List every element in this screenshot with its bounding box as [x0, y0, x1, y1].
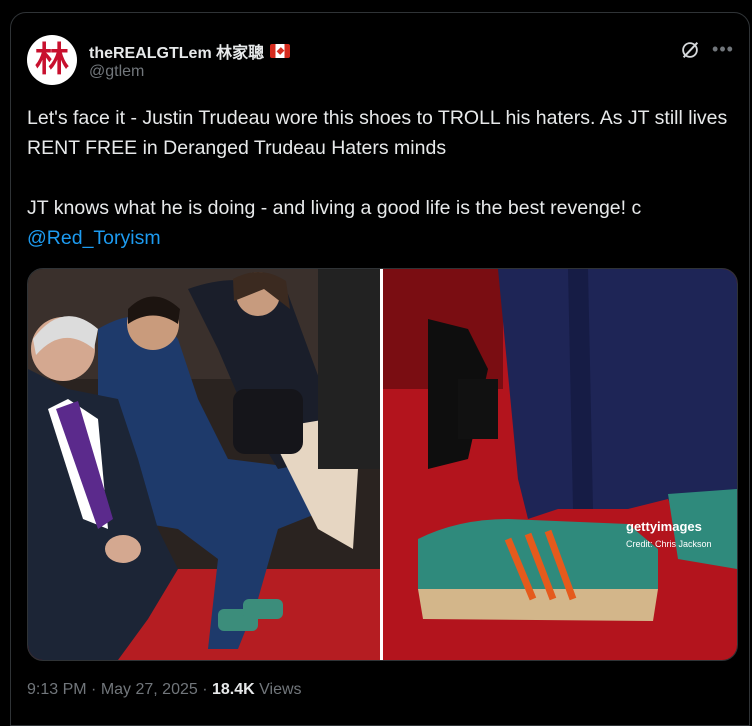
post-time[interactable]: 9:13 PM	[27, 681, 87, 698]
post-date[interactable]: May 27, 2025	[101, 681, 198, 698]
getty-logo: gettyimages	[626, 519, 702, 534]
avatar[interactable]: 林	[27, 35, 77, 85]
views-label: Views	[254, 681, 302, 698]
getty-credit: Credit: Chris Jackson	[626, 539, 712, 549]
views-count[interactable]: 18.4K	[212, 681, 255, 698]
post-meta: 9:13 PM · May 27, 2025 · 18.4K Views	[27, 681, 302, 698]
avatar-glyph: 林	[35, 40, 69, 80]
post-card[interactable]: 林 theREALGTLem 林家聰 @gtlem ••• Let's face…	[10, 12, 750, 726]
author-handle[interactable]: @gtlem	[89, 63, 144, 81]
post-paragraph-2: JT knows what he is doing - and living a…	[27, 197, 642, 219]
post-media[interactable]: gettyimages Credit: Chris Jackson	[27, 268, 738, 661]
more-icon[interactable]: •••	[711, 37, 735, 61]
right-photo[interactable]: gettyimages Credit: Chris Jackson	[383, 269, 737, 660]
media-images[interactable]: gettyimages Credit: Chris Jackson	[28, 269, 737, 660]
canada-flag-icon	[270, 44, 291, 58]
author-name-row[interactable]: theREALGTLem 林家聰	[89, 39, 291, 63]
left-photo[interactable]	[28, 269, 380, 660]
post-text: Let's face it - Justin Trudeau wore this…	[27, 103, 733, 253]
post-paragraph-1: Let's face it - Justin Trudeau wore this…	[27, 107, 728, 159]
mention-link[interactable]: @Red_Toryism	[27, 227, 161, 249]
author-display-name[interactable]: theREALGTLem 林家聰	[89, 39, 264, 63]
grok-icon[interactable]	[679, 39, 701, 61]
